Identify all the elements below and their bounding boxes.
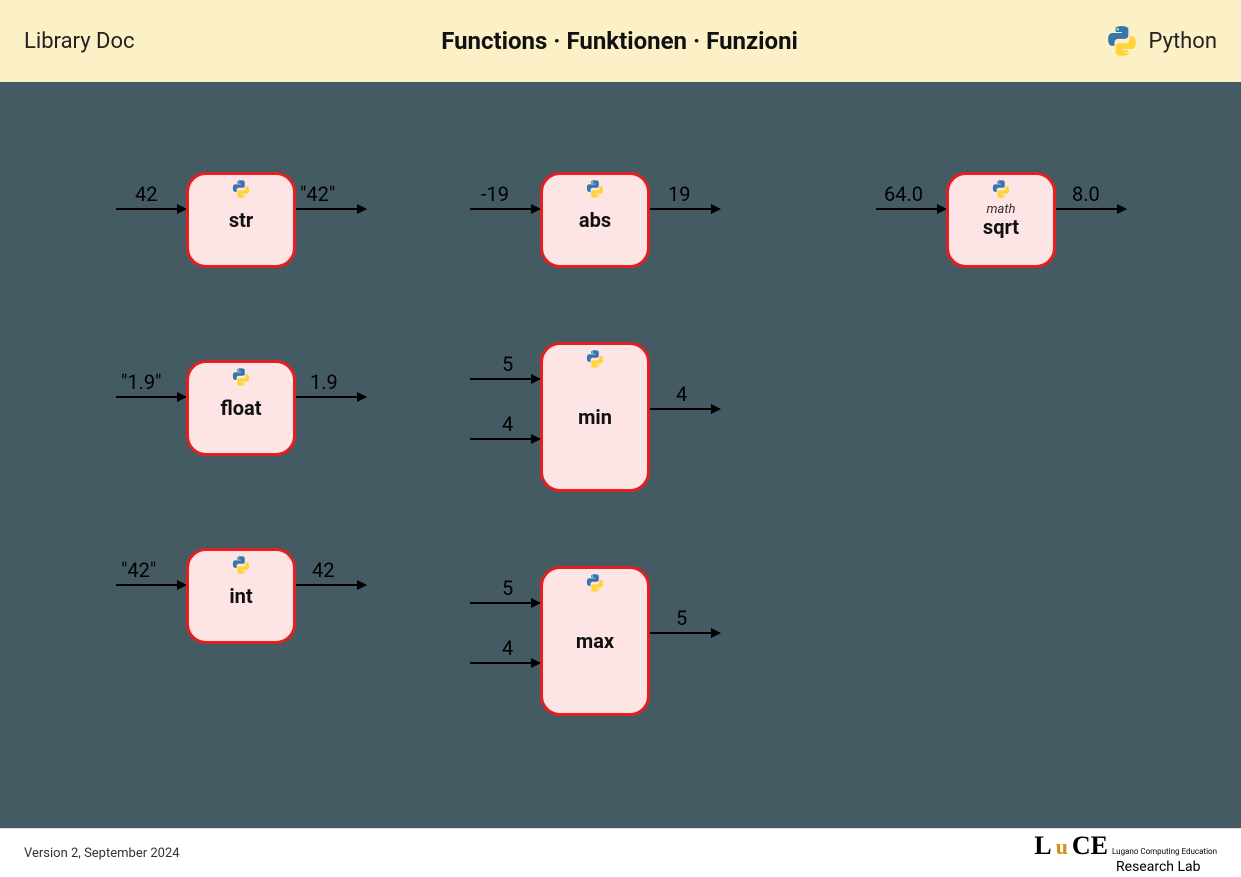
fn-box-int: int bbox=[186, 548, 296, 644]
arrow-max-in2-label: 4 bbox=[502, 636, 513, 660]
header-language-label: Python bbox=[1149, 29, 1217, 54]
arrow-str-out-label: "42" bbox=[300, 182, 335, 206]
python-logo-icon bbox=[231, 367, 251, 391]
arrow-sqrt-in bbox=[876, 208, 946, 210]
python-logo-icon bbox=[585, 349, 605, 373]
fn-name-abs: abs bbox=[579, 208, 611, 232]
fn-name-str: str bbox=[229, 208, 253, 232]
arrow-max-in2 bbox=[470, 662, 540, 664]
arrow-max-out-label: 5 bbox=[676, 606, 687, 630]
luce-logo-ce: CE bbox=[1072, 831, 1108, 861]
arrow-max-in1-label: 5 bbox=[502, 576, 513, 600]
arrow-min-out-label: 4 bbox=[676, 382, 687, 406]
arrow-int-in bbox=[116, 584, 186, 586]
arrow-abs-out bbox=[650, 208, 720, 210]
lab-tagline-1: Lugano Computing Education bbox=[1112, 848, 1217, 856]
arrow-float-in-label: "1.9" bbox=[121, 370, 162, 394]
arrow-sqrt-out-label: 8.0 bbox=[1072, 182, 1100, 206]
arrow-min-in2 bbox=[470, 438, 540, 440]
arrow-int-out-label: 42 bbox=[312, 558, 334, 582]
footer: Version 2, September 2024 LuCE Lugano Co… bbox=[0, 828, 1241, 877]
fn-box-abs: abs bbox=[540, 172, 650, 268]
arrow-min-in2-label: 4 bbox=[502, 412, 513, 436]
fn-name-min: min bbox=[578, 405, 612, 429]
arrow-float-out-label: 1.9 bbox=[310, 370, 338, 394]
python-logo-icon bbox=[1105, 24, 1139, 58]
arrow-float-out bbox=[296, 396, 366, 398]
fn-name-int: int bbox=[229, 584, 252, 608]
arrow-abs-in-label: -19 bbox=[481, 182, 509, 206]
luce-logo-l: L bbox=[1034, 831, 1051, 861]
arrow-max-out bbox=[650, 632, 720, 634]
fn-box-max: max bbox=[540, 566, 650, 716]
arrow-str-in-label: 42 bbox=[135, 182, 157, 206]
lab-tagline-2: Research Lab bbox=[1116, 859, 1200, 875]
arrow-int-out bbox=[296, 584, 366, 586]
python-logo-icon bbox=[585, 573, 605, 597]
arrow-str-in bbox=[116, 208, 186, 210]
page-title: Functions · Funktionen · Funzioni bbox=[135, 27, 1105, 55]
fn-name-sqrt: sqrt bbox=[983, 215, 1019, 239]
diagram-canvas: 42 str "42" "1.9" float 1.9 "42" int 42 … bbox=[0, 82, 1241, 828]
arrow-float-in bbox=[116, 396, 186, 398]
arrow-min-in1 bbox=[470, 378, 540, 380]
fn-box-str: str bbox=[186, 172, 296, 268]
fn-name-max: max bbox=[576, 629, 614, 653]
luce-logo-u: u bbox=[1056, 834, 1068, 860]
python-logo-icon bbox=[585, 179, 605, 203]
fn-box-sqrt: math sqrt bbox=[946, 172, 1056, 268]
fn-box-float: float bbox=[186, 360, 296, 456]
arrow-abs-out-label: 19 bbox=[668, 182, 690, 206]
footer-version: Version 2, September 2024 bbox=[24, 846, 180, 861]
arrow-min-out bbox=[650, 408, 720, 410]
arrow-min-in1-label: 5 bbox=[502, 352, 513, 376]
arrow-sqrt-out bbox=[1056, 208, 1126, 210]
fn-name-float: float bbox=[220, 396, 261, 420]
footer-lab-logo: LuCE Lugano Computing Education Research… bbox=[1034, 831, 1217, 875]
fn-box-min: min bbox=[540, 342, 650, 492]
python-logo-icon bbox=[991, 179, 1011, 203]
python-logo-icon bbox=[231, 179, 251, 203]
arrow-int-in-label: "42" bbox=[121, 558, 156, 582]
header: Library Doc Functions · Funktionen · Fun… bbox=[0, 0, 1241, 82]
python-logo-icon bbox=[231, 555, 251, 579]
arrow-max-in1 bbox=[470, 602, 540, 604]
arrow-sqrt-in-label: 64.0 bbox=[884, 182, 923, 206]
arrow-str-out bbox=[296, 208, 366, 210]
header-library-label: Library Doc bbox=[24, 29, 135, 54]
header-right: Python bbox=[1105, 24, 1217, 58]
arrow-abs-in bbox=[470, 208, 540, 210]
